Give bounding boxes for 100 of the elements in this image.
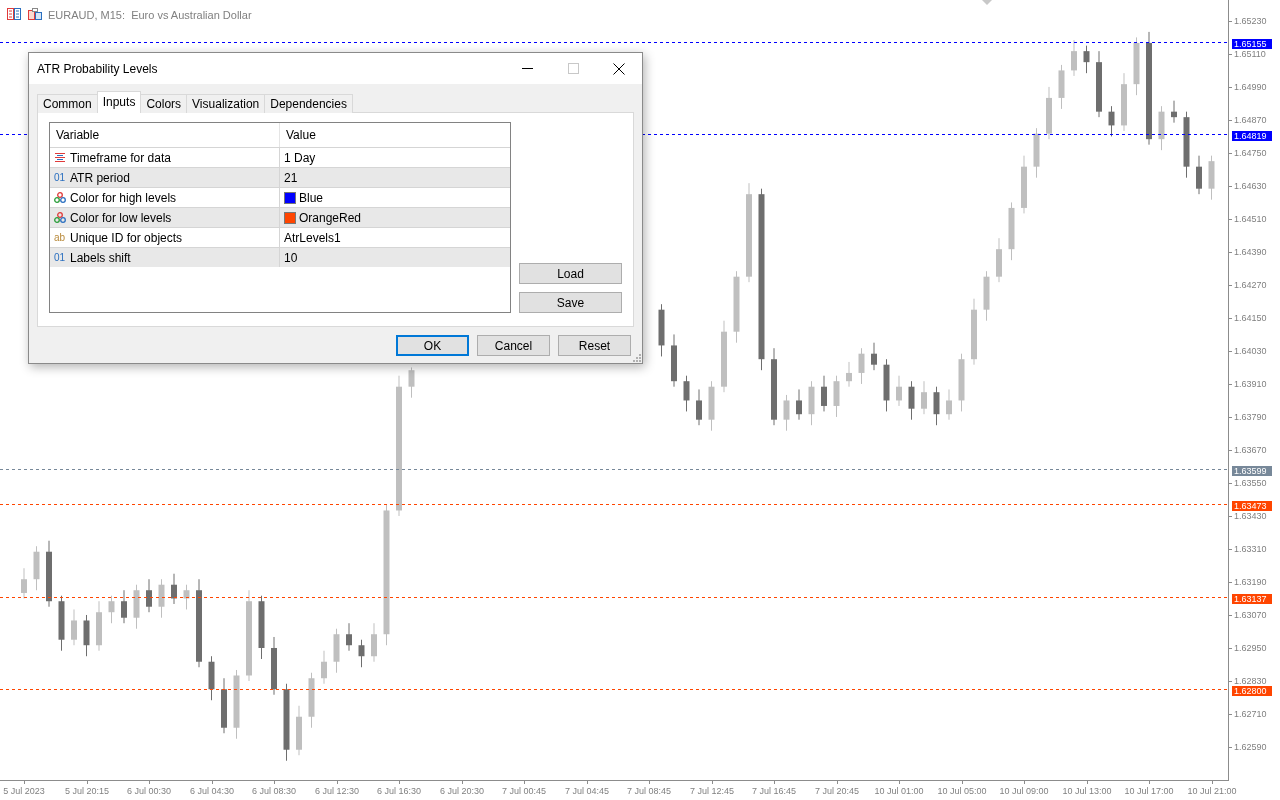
candle <box>358 639 365 668</box>
candle <box>833 375 840 418</box>
price-tick-label: 1.62710 <box>1234 709 1267 719</box>
candle <box>1171 100 1177 124</box>
parameter-value[interactable]: 1 Day <box>284 148 316 167</box>
candle <box>1108 105 1115 137</box>
candle <box>908 380 915 421</box>
price-tick-label: 1.64270 <box>1234 280 1267 290</box>
chart-icon[interactable] <box>28 8 42 20</box>
candle <box>1208 155 1215 201</box>
tab[interactable]: Colors <box>140 94 188 113</box>
time-tick-label: 7 Jul 12:45 <box>690 786 734 796</box>
time-tick-label: 7 Jul 08:45 <box>627 786 671 796</box>
price-tick-label: 1.63430 <box>1234 511 1267 521</box>
parameter-value[interactable]: 10 <box>284 248 298 267</box>
candle <box>796 388 802 421</box>
candle <box>346 622 352 652</box>
candle <box>683 375 690 412</box>
price-tick-label: 1.64150 <box>1234 313 1267 323</box>
time-tick-label: 6 Jul 08:30 <box>252 786 296 796</box>
candle <box>808 380 815 426</box>
candle <box>46 540 52 608</box>
side-button[interactable]: Load <box>519 263 622 284</box>
candle <box>858 347 865 385</box>
candle <box>296 705 302 756</box>
candle <box>308 672 315 729</box>
tab[interactable]: Visualization <box>186 94 266 113</box>
price-tick-label: 1.63310 <box>1234 544 1267 554</box>
candle <box>158 578 165 619</box>
number-type-icon: 01 <box>54 170 66 185</box>
candle <box>1083 45 1090 74</box>
candle <box>171 573 177 605</box>
candle <box>971 298 977 366</box>
price-tick-label: 1.63070 <box>1234 610 1267 620</box>
price-tick-label: 1.63550 <box>1234 478 1267 488</box>
parameter-value[interactable]: Blue <box>299 188 324 207</box>
price-tick-label: 1.63670 <box>1234 445 1267 455</box>
time-tick-label: 10 Jul 13:00 <box>1062 786 1112 796</box>
candle <box>1033 127 1040 179</box>
candle <box>96 600 102 652</box>
price-level-label: 1.64819 <box>1232 131 1272 141</box>
candle <box>233 669 240 740</box>
candle <box>896 375 902 407</box>
candle <box>846 361 852 388</box>
minimize-icon <box>521 68 533 69</box>
tab[interactable]: Inputs <box>96 91 142 113</box>
side-button[interactable]: Save <box>519 292 622 313</box>
candle <box>208 655 215 701</box>
price-tick-label: 1.63910 <box>1234 379 1267 389</box>
price-tick-label: 1.62950 <box>1234 643 1267 653</box>
parameter-name: Labels shift <box>70 249 131 267</box>
chart-title: EURAUD, M15: Euro vs Australian Dollar <box>48 8 252 23</box>
parameter-name: Timeframe for data <box>70 149 171 167</box>
parameter-name: Unique ID for objects <box>70 229 183 247</box>
time-tick-label: 7 Jul 04:45 <box>565 786 609 796</box>
dialog-button[interactable]: Cancel <box>477 335 550 356</box>
price-level-label: 1.63137 <box>1232 594 1272 604</box>
candle <box>258 595 265 660</box>
dialog-title: ATR Probability Levels <box>36 60 158 78</box>
value-column-header[interactable]: Value <box>280 123 510 147</box>
candle <box>371 622 377 663</box>
candle <box>1196 155 1202 195</box>
time-tick-label: 6 Jul 16:30 <box>377 786 421 796</box>
time-tick-label: 6 Jul 20:30 <box>440 786 484 796</box>
price-level-label: 1.62800 <box>1232 686 1272 696</box>
parameter-value[interactable]: OrangeRed <box>299 208 362 227</box>
time-tick-label: 10 Jul 05:00 <box>937 786 987 796</box>
candle <box>921 380 927 415</box>
parameter-value[interactable]: 21 <box>284 168 298 187</box>
price-tick-label: 1.64870 <box>1234 115 1267 125</box>
price-level-label: 1.65155 <box>1232 39 1272 49</box>
parameter-name: Color for low levels <box>70 209 172 227</box>
price-tick-label: 1.64030 <box>1234 346 1267 356</box>
dialog-button[interactable]: OK <box>396 335 469 356</box>
time-tick-label: 7 Jul 00:45 <box>502 786 546 796</box>
candle <box>108 595 115 624</box>
price-level-label: 1.63473 <box>1232 501 1272 511</box>
tab[interactable]: Common <box>37 94 98 113</box>
parameter-value[interactable]: AtrLevels1 <box>284 228 341 247</box>
candle <box>883 358 890 412</box>
grid-icon[interactable] <box>7 8 21 20</box>
maximize-icon <box>567 63 579 74</box>
parameter-name: Color for high levels <box>70 189 177 207</box>
resize-grip-icon[interactable] <box>633 354 641 362</box>
time-tick-label: 6 Jul 12:30 <box>315 786 359 796</box>
tab[interactable]: Dependencies <box>264 94 353 113</box>
candle <box>221 677 227 734</box>
price-tick-label: 1.63790 <box>1234 412 1267 422</box>
palette-icon <box>54 192 66 203</box>
candle <box>1158 105 1165 151</box>
time-tick-label: 7 Jul 20:45 <box>815 786 859 796</box>
time-tick-label: 7 Jul 16:45 <box>752 786 796 796</box>
candle <box>133 584 140 630</box>
variable-column-header[interactable]: Variable <box>50 123 280 147</box>
price-tick-label: 1.65230 <box>1234 16 1267 26</box>
candle <box>83 614 90 657</box>
candle <box>1046 86 1052 140</box>
dialog-button[interactable]: Reset <box>558 335 631 356</box>
candle <box>33 545 40 591</box>
time-tick-label: 10 Jul 21:00 <box>1187 786 1237 796</box>
